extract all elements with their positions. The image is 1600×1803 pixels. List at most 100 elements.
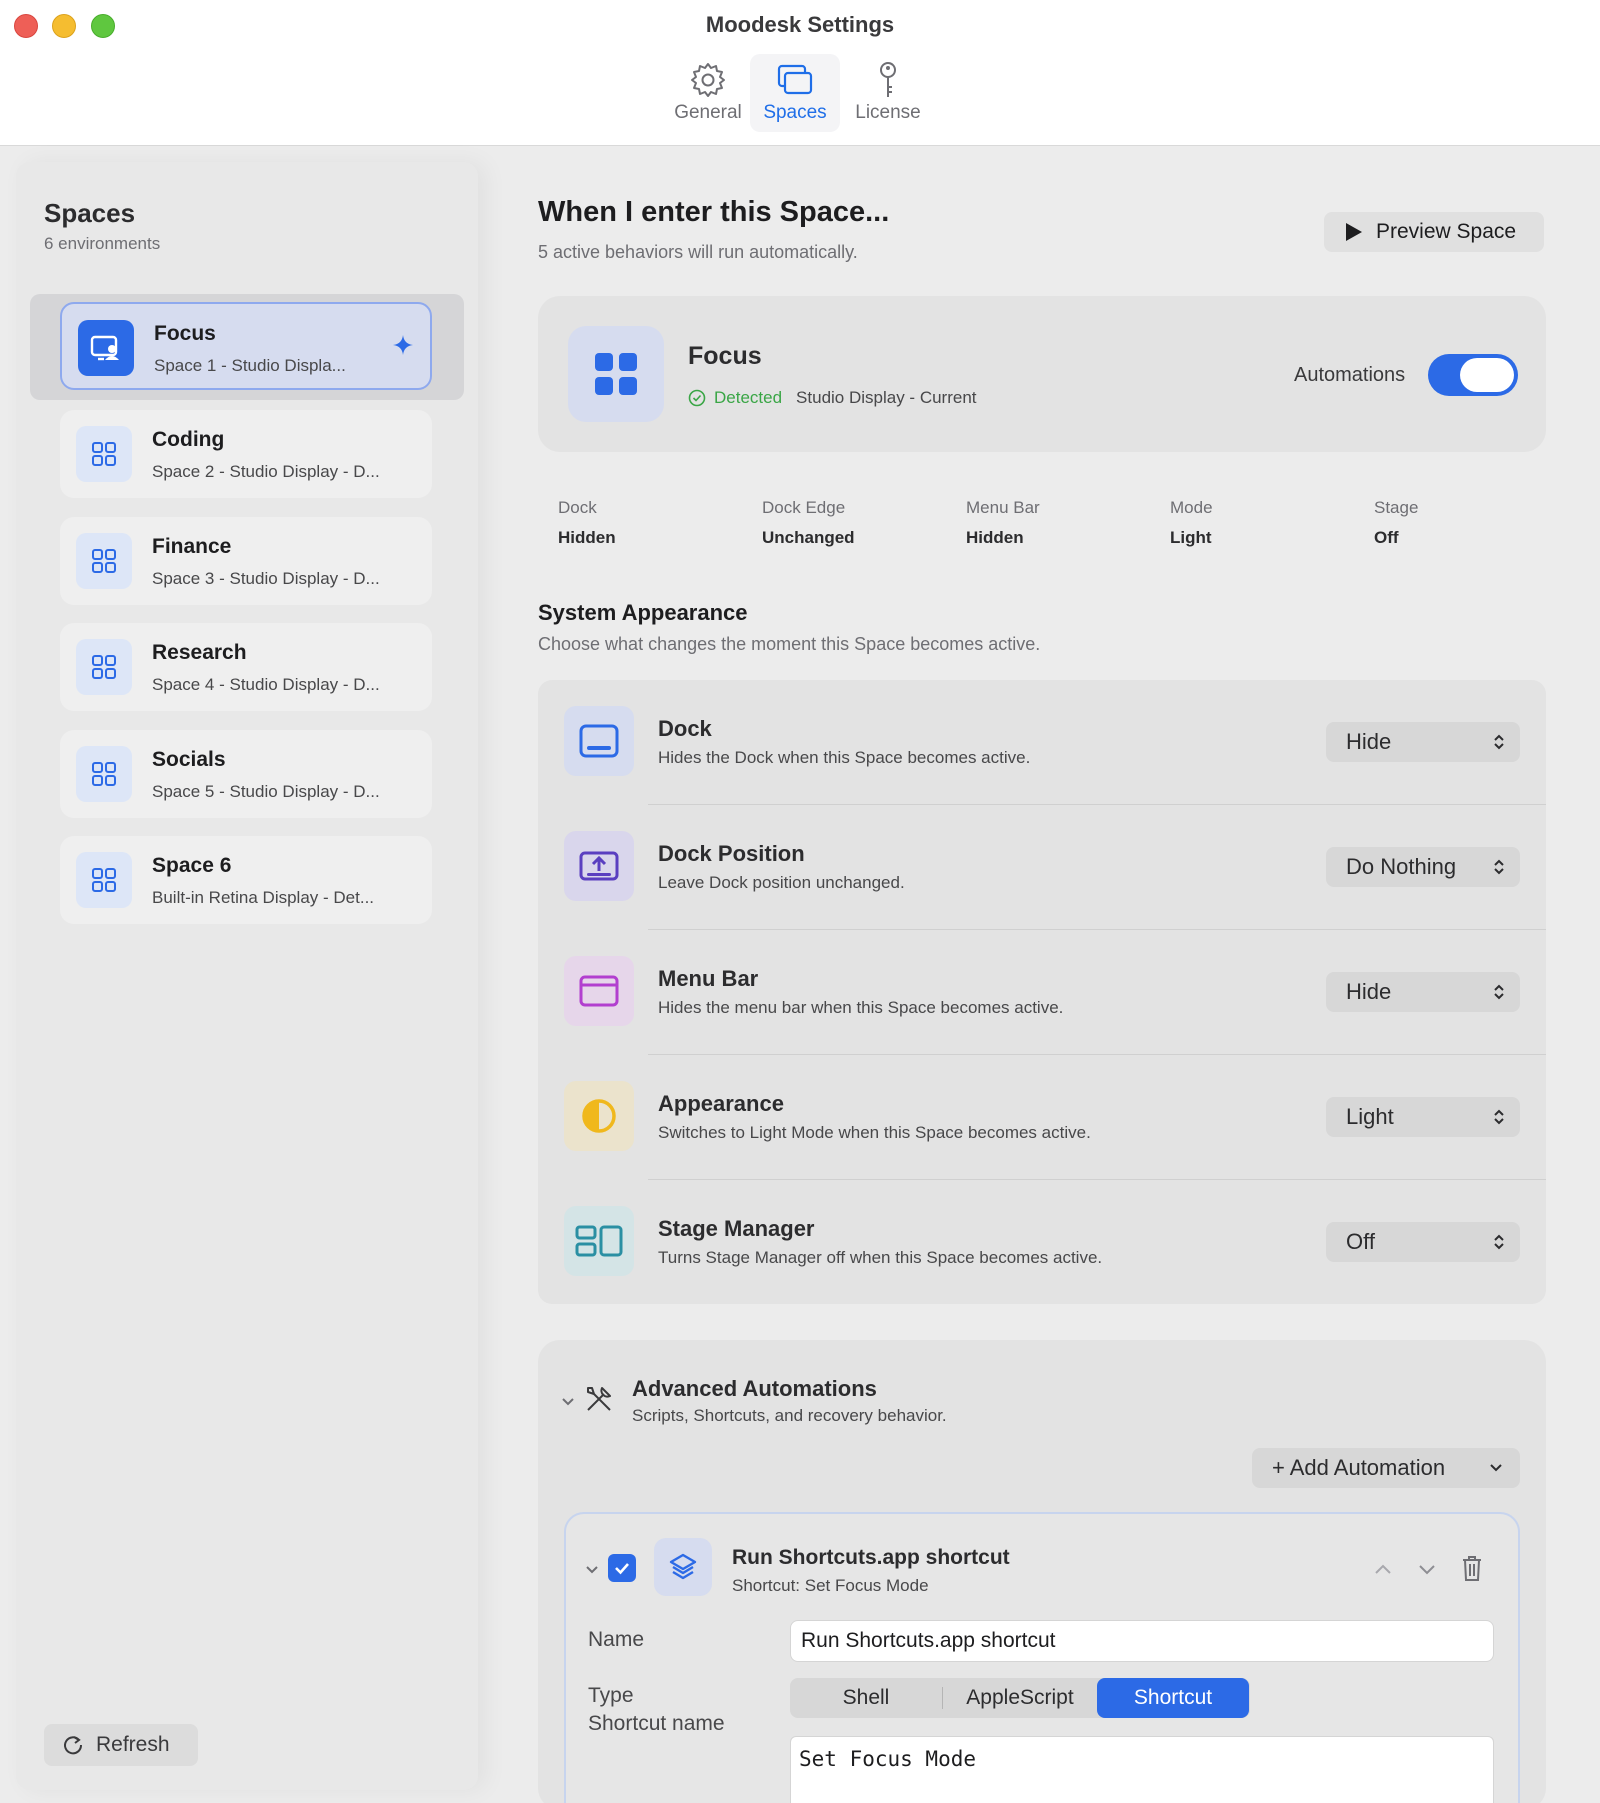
type-option-applescript[interactable]: AppleScript	[943, 1678, 1097, 1718]
sidebar-item-name: Focus	[154, 322, 216, 345]
preview-space-label: Preview Space	[1376, 220, 1517, 243]
check-circle-icon	[688, 389, 706, 407]
play-icon	[1346, 223, 1362, 241]
summary-value: Hidden	[966, 528, 1024, 547]
grid-icon	[76, 639, 132, 695]
tab-license[interactable]: License	[846, 54, 930, 132]
type-option-shortcut[interactable]: Shortcut	[1097, 1678, 1249, 1718]
chevron-down-icon	[1490, 1464, 1502, 1472]
summary-label: Menu Bar	[966, 498, 1040, 517]
summary-label: Dock	[558, 498, 597, 517]
stage-manager-icon	[564, 1206, 634, 1276]
chevron-down-icon[interactable]	[560, 1394, 576, 1410]
setting-row-stage-manager: Stage Manager Turns Stage Manager off wh…	[538, 1180, 1546, 1305]
system-appearance-panel: Dock Hides the Dock when this Space beco…	[538, 680, 1546, 1304]
sidebar-item-desc: Space 1 - Studio Displa...	[154, 356, 346, 375]
select-value: Do Nothing	[1346, 854, 1457, 879]
sidebar-item-name: Socials	[152, 748, 226, 771]
setting-name: Dock Position	[658, 841, 805, 866]
refresh-icon	[64, 1736, 83, 1755]
setting-desc: Hides the Dock when this Space becomes a…	[658, 748, 1031, 767]
move-down-icon[interactable]	[1416, 1558, 1438, 1580]
up-down-chevron-icon	[1494, 1109, 1504, 1125]
summary-value: Off	[1374, 528, 1399, 547]
page-title: When I enter this Space...	[538, 196, 890, 228]
sidebar-item-focus[interactable]: Focus Space 1 - Studio Displa...	[60, 302, 432, 390]
type-option-shell[interactable]: Shell	[790, 1678, 942, 1718]
summary-value: Unchanged	[762, 528, 855, 547]
automation-enabled-checkbox[interactable]	[608, 1554, 636, 1582]
tab-general[interactable]: General	[662, 54, 754, 132]
menu-bar-select[interactable]: Hide	[1326, 972, 1520, 1012]
summary-label: Dock Edge	[762, 498, 846, 517]
gear-icon	[691, 63, 725, 97]
sidebar-item-name: Finance	[152, 535, 232, 558]
move-up-icon[interactable]	[1372, 1558, 1394, 1580]
dock-position-select[interactable]: Do Nothing	[1326, 847, 1520, 887]
windows-icon	[777, 64, 813, 95]
stage-manager-select[interactable]: Off	[1326, 1222, 1520, 1262]
trash-icon[interactable]	[1460, 1554, 1484, 1582]
shortcut-name-input[interactable]: Set Focus Mode	[790, 1736, 1494, 1803]
sidebar-item-space-6[interactable]: Space 6 Built-in Retina Display - Det...	[60, 836, 432, 924]
sidebar-item-name: Coding	[152, 428, 225, 451]
tab-general-label: General	[674, 102, 742, 123]
display-label: Studio Display - Current	[796, 388, 977, 407]
sidebar-item-desc: Space 5 - Studio Display - D...	[152, 782, 380, 801]
tab-spaces-label: Spaces	[763, 102, 827, 123]
refresh-button-label: Refresh	[96, 1733, 170, 1756]
select-value: Hide	[1346, 729, 1392, 754]
setting-name: Menu Bar	[658, 966, 759, 991]
up-down-chevron-icon	[1494, 984, 1504, 1000]
summary-menu-bar: Menu Bar Hidden	[966, 498, 1040, 548]
dock-select[interactable]: Hide	[1326, 722, 1520, 762]
setting-row-dock-position: Dock Position Leave Dock position unchan…	[538, 805, 1546, 930]
sidebar-item-desc: Built-in Retina Display - Det...	[152, 888, 375, 907]
up-down-chevron-icon	[1494, 859, 1504, 875]
sidebar-item-finance[interactable]: Finance Space 3 - Studio Display - D...	[60, 517, 432, 605]
name-label: Name	[588, 1628, 645, 1651]
focus-display-icon	[78, 320, 134, 376]
automation-name-input[interactable]: Run Shortcuts.app shortcut	[790, 1620, 1494, 1662]
page-subtitle: 5 active behaviors will run automaticall…	[538, 242, 858, 262]
tab-spaces[interactable]: Spaces	[750, 54, 840, 132]
grid-icon	[76, 746, 132, 802]
automation-title: Run Shortcuts.app shortcut	[732, 1546, 1010, 1569]
sidebar-item-coding[interactable]: Coding Space 2 - Studio Display - D...	[60, 410, 432, 498]
summary-label: Stage	[1374, 498, 1419, 517]
automations-toggle[interactable]	[1428, 354, 1518, 396]
select-value: Hide	[1346, 979, 1392, 1004]
up-down-chevron-icon	[1494, 734, 1504, 750]
system-appearance-title: System Appearance	[538, 600, 748, 625]
setting-desc: Hides the menu bar when this Space becom…	[658, 998, 1064, 1017]
add-automation-button[interactable]: + Add Automation	[1252, 1448, 1520, 1488]
automation-subtitle: Shortcut: Set Focus Mode	[732, 1576, 929, 1595]
summary-dock-edge: Dock Edge Unchanged	[762, 498, 855, 548]
detected-label: Detected	[714, 388, 783, 407]
select-value: Off	[1346, 1229, 1375, 1254]
appearance-select[interactable]: Light	[1326, 1097, 1520, 1137]
sidebar-item-name: Research	[152, 641, 247, 664]
shortcut-name-label: Shortcut name	[588, 1712, 725, 1735]
add-automation-label: + Add Automation	[1272, 1455, 1446, 1480]
select-value: Light	[1346, 1104, 1394, 1129]
sidebar-item-research[interactable]: Research Space 4 - Studio Display - D...	[60, 623, 432, 711]
summary-value: Hidden	[558, 528, 616, 547]
sidebar-item-desc: Space 3 - Studio Display - D...	[152, 569, 380, 588]
dock-position-icon	[564, 831, 634, 901]
advanced-automations-panel: Advanced Automations Scripts, Shortcuts,…	[538, 1340, 1546, 1803]
sidebar-subtitle: 6 environments	[44, 234, 161, 253]
chevron-down-icon[interactable]	[584, 1562, 600, 1578]
setting-desc: Switches to Light Mode when this Space b…	[658, 1123, 1091, 1142]
tab-license-label: License	[855, 102, 921, 123]
preview-space-button[interactable]: Preview Space	[1324, 212, 1544, 252]
type-label: Type	[588, 1684, 634, 1707]
space-grid-icon	[568, 326, 664, 422]
setting-desc: Turns Stage Manager off when this Space …	[658, 1248, 1103, 1267]
system-appearance-subtitle: Choose what changes the moment this Spac…	[538, 634, 1041, 654]
checkmark-icon	[615, 1563, 629, 1575]
shortcuts-layers-icon	[654, 1538, 712, 1596]
sidebar-item-socials[interactable]: Socials Space 5 - Studio Display - D...	[60, 730, 432, 818]
summary-mode: Mode Light	[1170, 498, 1213, 548]
refresh-button[interactable]: Refresh	[44, 1724, 198, 1766]
